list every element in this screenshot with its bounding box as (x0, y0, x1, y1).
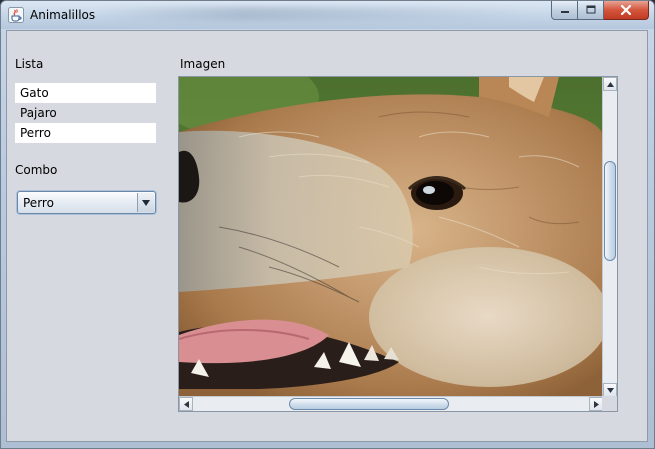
animal-list[interactable]: Gato Pajaro Perro (15, 83, 156, 143)
caption-buttons (551, 1, 649, 21)
list-item[interactable]: Gato (15, 83, 156, 103)
dog-photo (179, 77, 603, 397)
minimize-icon (560, 11, 569, 13)
close-button[interactable] (604, 1, 649, 20)
close-icon (620, 4, 632, 16)
imagen-label: Imagen (180, 57, 226, 71)
maximize-button[interactable] (578, 1, 604, 20)
application-window: Animalillos Lista Gato Pajaro Perro Comb… (0, 0, 655, 449)
minimize-button[interactable] (551, 1, 578, 20)
title-bar[interactable]: Animalillos (1, 1, 654, 29)
list-item[interactable]: Perro (15, 123, 156, 143)
lista-label: Lista (15, 57, 44, 71)
combo-dropdown-button[interactable] (137, 193, 154, 212)
animal-combo[interactable]: Perro (17, 191, 156, 214)
scroll-right-button[interactable] (589, 397, 603, 411)
list-item[interactable]: Pajaro (15, 103, 156, 123)
scrollbar-corner (602, 396, 617, 411)
content-pane: Lista Gato Pajaro Perro Combo Perro Imag… (6, 30, 648, 442)
maximize-icon (586, 5, 595, 14)
vertical-scrollbar[interactable] (602, 77, 617, 397)
horizontal-scroll-thumb[interactable] (289, 398, 449, 410)
dropdown-arrow-icon (142, 199, 150, 206)
combo-selected-value: Perro (23, 196, 54, 210)
vertical-scroll-thumb[interactable] (604, 161, 616, 261)
scroll-down-button[interactable] (603, 383, 617, 397)
arrow-right-icon (593, 400, 599, 408)
combo-label: Combo (15, 163, 58, 177)
image-viewport (179, 77, 603, 397)
window-title: Animalillos (30, 8, 96, 22)
arrow-down-icon (606, 387, 614, 393)
scroll-left-button[interactable] (179, 397, 193, 411)
blurred-background (101, 7, 531, 21)
image-scroll-pane[interactable] (178, 76, 618, 412)
java-cup-icon (8, 7, 24, 23)
arrow-left-icon (183, 400, 189, 408)
horizontal-scrollbar[interactable] (179, 396, 603, 411)
arrow-up-icon (606, 81, 614, 87)
scroll-up-button[interactable] (603, 77, 617, 91)
